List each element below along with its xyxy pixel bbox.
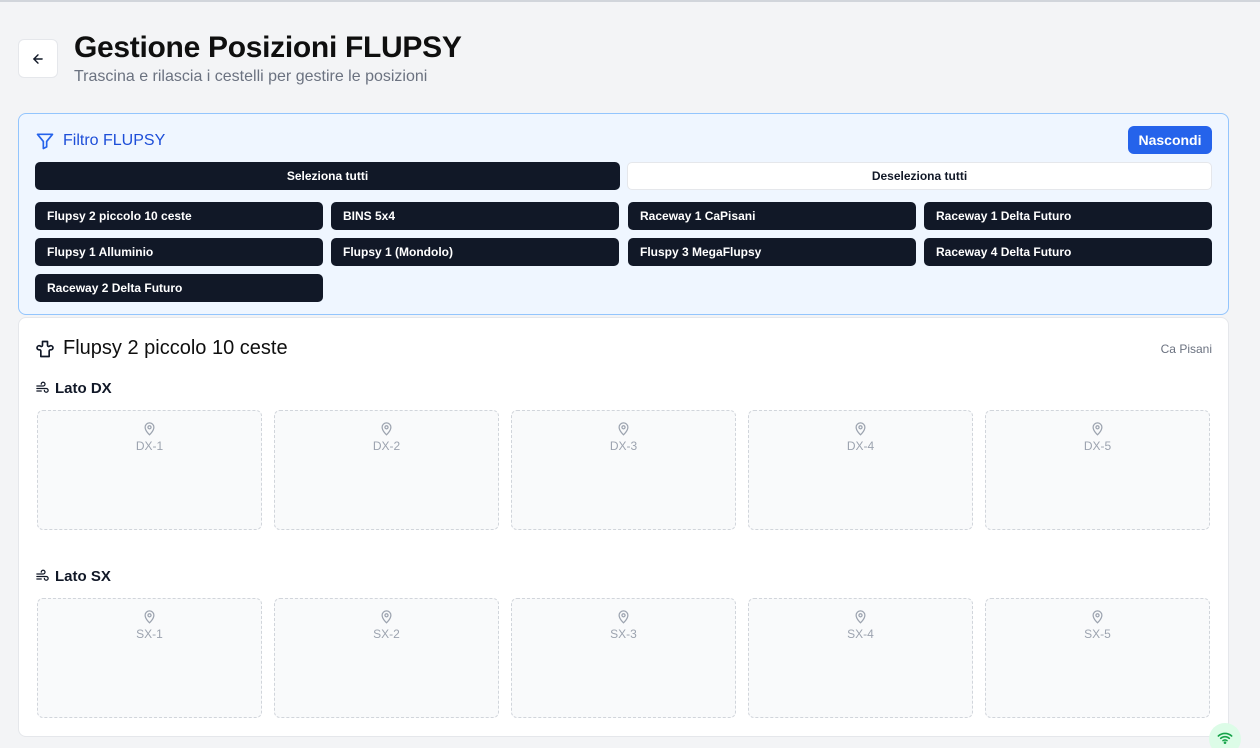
map-pin-icon (1092, 610, 1103, 624)
filter-icon (36, 133, 54, 150)
map-pin-icon (618, 610, 629, 624)
flupsy-filter-panel: Filtro FLUPSY Nascondi Seleziona tutti D… (18, 113, 1229, 315)
position-slot[interactable]: DX-1 (37, 410, 262, 530)
flupsy-chip[interactable]: Raceway 1 Delta Futuro (924, 202, 1212, 230)
filter-header: Filtro FLUPSY (35, 131, 165, 151)
position-slot[interactable]: DX-3 (511, 410, 736, 530)
slot-label: SX-4 (847, 627, 874, 641)
map-pin-icon (1092, 422, 1103, 436)
wifi-icon (1217, 732, 1233, 745)
map-pin-icon (381, 422, 392, 436)
flupsy-card: Flupsy 2 piccolo 10 ceste Ca Pisani Lato… (18, 317, 1229, 737)
slot-label: DX-2 (372, 439, 401, 453)
slot-label: DX-1 (135, 439, 164, 453)
back-button[interactable] (18, 39, 58, 78)
flupsy-location: Ca Pisani (1160, 342, 1212, 356)
flupsy-chip[interactable]: Raceway 4 Delta Futuro (924, 238, 1212, 266)
slot-label: SX-5 (1084, 627, 1111, 641)
hide-filter-button[interactable]: Nascondi (1128, 126, 1212, 154)
flupsy-chip[interactable]: Raceway 1 CaPisani (628, 202, 916, 230)
flupsy-chip[interactable]: Flupsy 2 piccolo 10 ceste (35, 202, 323, 230)
map-pin-icon (618, 422, 629, 436)
wind-icon (36, 381, 49, 393)
flupsy-chip[interactable]: Flupsy 1 (Mondolo) (331, 238, 619, 266)
position-slot[interactable]: SX-2 (274, 598, 499, 718)
position-slot[interactable]: SX-1 (37, 598, 262, 718)
flupsy-chip[interactable]: Fluspy 3 MegaFlupsy (628, 238, 916, 266)
page-title: Gestione Posizioni FLUPSY (74, 31, 462, 64)
position-slot[interactable]: SX-5 (985, 598, 1210, 718)
page-subtitle: Trascina e rilascia i cestelli per gesti… (74, 68, 428, 85)
side-label-sx: Lato SX (35, 568, 111, 585)
map-pin-icon (144, 422, 155, 436)
slot-label: DX-4 (846, 439, 875, 453)
flupsy-chip[interactable]: BINS 5x4 (331, 202, 619, 230)
connection-status[interactable] (1209, 723, 1241, 748)
wind-icon (36, 569, 49, 581)
position-slot[interactable]: DX-5 (985, 410, 1210, 530)
arrow-left-icon (33, 53, 43, 64)
flupsy-icon (36, 340, 54, 357)
slot-label: DX-5 (1083, 439, 1112, 453)
position-slot[interactable]: DX-4 (748, 410, 973, 530)
flupsy-chip[interactable]: Raceway 2 Delta Futuro (35, 274, 323, 302)
position-slot[interactable]: DX-2 (274, 410, 499, 530)
side-label-dx: Lato DX (35, 380, 112, 397)
flupsy-header: Flupsy 2 piccolo 10 ceste (35, 337, 288, 360)
map-pin-icon (381, 610, 392, 624)
map-pin-icon (855, 610, 866, 624)
position-slot[interactable]: SX-3 (511, 598, 736, 718)
flupsy-name: Flupsy 2 piccolo 10 ceste (63, 337, 288, 359)
select-all-button[interactable]: Seleziona tutti (35, 162, 620, 190)
map-pin-icon (144, 610, 155, 624)
top-border (0, 0, 1260, 2)
slot-label: DX-3 (609, 439, 638, 453)
map-pin-icon (855, 422, 866, 436)
filter-title: Filtro FLUPSY (63, 132, 166, 149)
side-label-text: Lato DX (55, 380, 112, 397)
slot-label: SX-2 (373, 627, 400, 641)
position-slot[interactable]: SX-4 (748, 598, 973, 718)
deselect-all-button[interactable]: Deseleziona tutti (627, 162, 1212, 190)
flupsy-chip[interactable]: Flupsy 1 Alluminio (35, 238, 323, 266)
slot-label: SX-3 (610, 627, 637, 641)
slot-label: SX-1 (136, 627, 163, 641)
side-label-text: Lato SX (55, 568, 111, 585)
